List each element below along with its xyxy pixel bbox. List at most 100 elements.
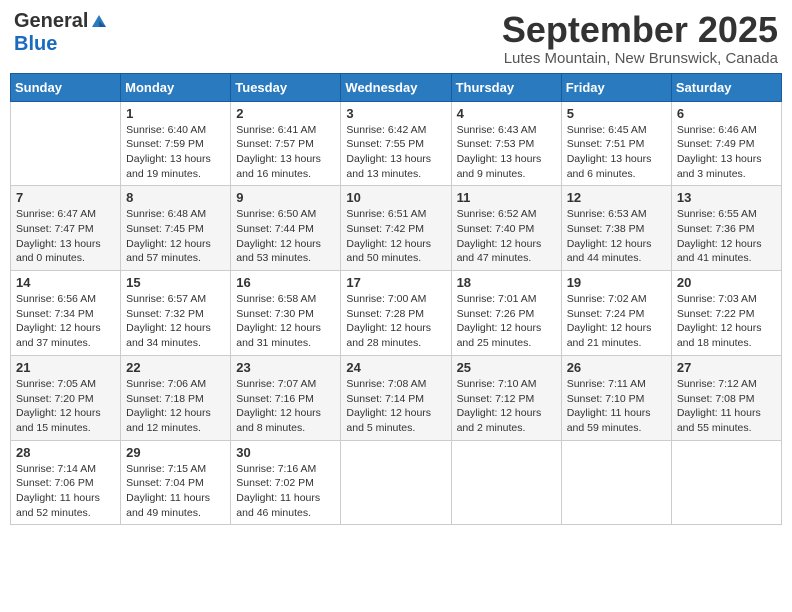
day-info: Sunrise: 6:57 AMSunset: 7:32 PMDaylight:… xyxy=(126,292,225,351)
day-number: 8 xyxy=(126,190,225,205)
day-info: Sunrise: 7:10 AMSunset: 7:12 PMDaylight:… xyxy=(457,377,556,436)
day-number: 26 xyxy=(567,360,666,375)
calendar-cell: 24 Sunrise: 7:08 AMSunset: 7:14 PMDayligh… xyxy=(341,355,451,440)
calendar-header-tuesday: Tuesday xyxy=(231,73,341,101)
calendar-cell: 25 Sunrise: 7:10 AMSunset: 7:12 PMDayligh… xyxy=(451,355,561,440)
day-number: 6 xyxy=(677,106,776,121)
day-info: Sunrise: 7:14 AMSunset: 7:06 PMDaylight:… xyxy=(16,462,115,521)
day-number: 14 xyxy=(16,275,115,290)
day-info: Sunrise: 6:47 AMSunset: 7:47 PMDaylight:… xyxy=(16,207,115,266)
calendar-week-row: 1 Sunrise: 6:40 AMSunset: 7:59 PMDaylight… xyxy=(11,101,782,186)
day-number: 30 xyxy=(236,445,335,460)
day-info: Sunrise: 6:55 AMSunset: 7:36 PMDaylight:… xyxy=(677,207,776,266)
day-info: Sunrise: 7:03 AMSunset: 7:22 PMDaylight:… xyxy=(677,292,776,351)
day-info: Sunrise: 7:16 AMSunset: 7:02 PMDaylight:… xyxy=(236,462,335,521)
calendar-cell: 26 Sunrise: 7:11 AMSunset: 7:10 PMDayligh… xyxy=(561,355,671,440)
day-number: 25 xyxy=(457,360,556,375)
day-info: Sunrise: 6:46 AMSunset: 7:49 PMDaylight:… xyxy=(677,123,776,182)
day-number: 18 xyxy=(457,275,556,290)
logo-icon xyxy=(90,13,108,31)
calendar-cell: 13 Sunrise: 6:55 AMSunset: 7:36 PMDayligh… xyxy=(671,186,781,271)
day-info: Sunrise: 6:58 AMSunset: 7:30 PMDaylight:… xyxy=(236,292,335,351)
day-info: Sunrise: 7:08 AMSunset: 7:14 PMDaylight:… xyxy=(346,377,445,436)
day-number: 21 xyxy=(16,360,115,375)
calendar-cell: 8 Sunrise: 6:48 AMSunset: 7:45 PMDaylight… xyxy=(121,186,231,271)
day-number: 13 xyxy=(677,190,776,205)
calendar-header-monday: Monday xyxy=(121,73,231,101)
day-number: 4 xyxy=(457,106,556,121)
calendar-cell: 14 Sunrise: 6:56 AMSunset: 7:34 PMDayligh… xyxy=(11,271,121,356)
day-number: 19 xyxy=(567,275,666,290)
day-info: Sunrise: 6:40 AMSunset: 7:59 PMDaylight:… xyxy=(126,123,225,182)
calendar-cell: 21Sunrise: 7:05 AMSunset: 7:20 PMDayligh… xyxy=(11,355,121,440)
calendar-cell xyxy=(451,440,561,525)
day-number: 2 xyxy=(236,106,335,121)
calendar-week-row: 28 Sunrise: 7:14 AMSunset: 7:06 PMDayligh… xyxy=(11,440,782,525)
calendar-header-saturday: Saturday xyxy=(671,73,781,101)
calendar-cell: 16 Sunrise: 6:58 AMSunset: 7:30 PMDayligh… xyxy=(231,271,341,356)
day-number: 11 xyxy=(457,190,556,205)
month-title: September 2025 xyxy=(502,10,778,50)
calendar-cell: 17 Sunrise: 7:00 AMSunset: 7:28 PMDayligh… xyxy=(341,271,451,356)
calendar-cell: 15 Sunrise: 6:57 AMSunset: 7:32 PMDayligh… xyxy=(121,271,231,356)
day-info: Sunrise: 6:48 AMSunset: 7:45 PMDaylight:… xyxy=(126,207,225,266)
day-number: 27 xyxy=(677,360,776,375)
day-info: Sunrise: 7:12 AMSunset: 7:08 PMDaylight:… xyxy=(677,377,776,436)
day-info: Sunrise: 6:53 AMSunset: 7:38 PMDaylight:… xyxy=(567,207,666,266)
calendar-cell: 19 Sunrise: 7:02 AMSunset: 7:24 PMDayligh… xyxy=(561,271,671,356)
day-info: Sunrise: 7:00 AMSunset: 7:28 PMDaylight:… xyxy=(346,292,445,351)
calendar-cell xyxy=(11,101,121,186)
calendar-week-row: 21Sunrise: 7:05 AMSunset: 7:20 PMDayligh… xyxy=(11,355,782,440)
calendar-cell xyxy=(671,440,781,525)
day-info: Sunrise: 6:41 AMSunset: 7:57 PMDaylight:… xyxy=(236,123,335,182)
calendar-cell: 2 Sunrise: 6:41 AMSunset: 7:57 PMDaylight… xyxy=(231,101,341,186)
day-number: 5 xyxy=(567,106,666,121)
calendar-cell: 22Sunrise: 7:06 AMSunset: 7:18 PMDayligh… xyxy=(121,355,231,440)
day-number: 10 xyxy=(346,190,445,205)
day-info: Sunrise: 7:11 AMSunset: 7:10 PMDaylight:… xyxy=(567,377,666,436)
day-info: Sunrise: 6:56 AMSunset: 7:34 PMDaylight:… xyxy=(16,292,115,351)
calendar-cell: 12Sunrise: 6:53 AMSunset: 7:38 PMDayligh… xyxy=(561,186,671,271)
day-number: 16 xyxy=(236,275,335,290)
day-info: Sunrise: 6:43 AMSunset: 7:53 PMDaylight:… xyxy=(457,123,556,182)
calendar-cell: 10 Sunrise: 6:51 AMSunset: 7:42 PMDayligh… xyxy=(341,186,451,271)
calendar-cell: 28 Sunrise: 7:14 AMSunset: 7:06 PMDayligh… xyxy=(11,440,121,525)
day-info: Sunrise: 6:51 AMSunset: 7:42 PMDaylight:… xyxy=(346,207,445,266)
title-block: September 2025 Lutes Mountain, New Bruns… xyxy=(502,10,778,67)
calendar-cell: 30 Sunrise: 7:16 AMSunset: 7:02 PMDayligh… xyxy=(231,440,341,525)
calendar-header-thursday: Thursday xyxy=(451,73,561,101)
calendar-cell: 20 Sunrise: 7:03 AMSunset: 7:22 PMDayligh… xyxy=(671,271,781,356)
day-number: 1 xyxy=(126,106,225,121)
logo-blue-text: Blue xyxy=(14,33,57,56)
calendar-header-sunday: Sunday xyxy=(11,73,121,101)
calendar-header-wednesday: Wednesday xyxy=(341,73,451,101)
day-number: 29 xyxy=(126,445,225,460)
calendar-cell: 27 Sunrise: 7:12 AMSunset: 7:08 PMDayligh… xyxy=(671,355,781,440)
day-number: 17 xyxy=(346,275,445,290)
calendar-cell: 3 Sunrise: 6:42 AMSunset: 7:55 PMDaylight… xyxy=(341,101,451,186)
calendar-week-row: 7Sunrise: 6:47 AMSunset: 7:47 PMDaylight… xyxy=(11,186,782,271)
day-info: Sunrise: 6:52 AMSunset: 7:40 PMDaylight:… xyxy=(457,207,556,266)
calendar-cell: 18Sunrise: 7:01 AMSunset: 7:26 PMDayligh… xyxy=(451,271,561,356)
day-number: 3 xyxy=(346,106,445,121)
day-number: 24 xyxy=(346,360,445,375)
logo-general-text: General xyxy=(14,10,88,33)
calendar-cell xyxy=(341,440,451,525)
day-number: 28 xyxy=(16,445,115,460)
calendar-cell: 7Sunrise: 6:47 AMSunset: 7:47 PMDaylight… xyxy=(11,186,121,271)
day-info: Sunrise: 7:07 AMSunset: 7:16 PMDaylight:… xyxy=(236,377,335,436)
day-number: 15 xyxy=(126,275,225,290)
calendar-cell: 29Sunrise: 7:15 AMSunset: 7:04 PMDayligh… xyxy=(121,440,231,525)
calendar-header-friday: Friday xyxy=(561,73,671,101)
subtitle: Lutes Mountain, New Brunswick, Canada xyxy=(502,50,778,67)
day-info: Sunrise: 6:42 AMSunset: 7:55 PMDaylight:… xyxy=(346,123,445,182)
calendar-cell: 4 Sunrise: 6:43 AMSunset: 7:53 PMDaylight… xyxy=(451,101,561,186)
day-number: 22 xyxy=(126,360,225,375)
calendar-cell: 1 Sunrise: 6:40 AMSunset: 7:59 PMDaylight… xyxy=(121,101,231,186)
calendar-cell: 23Sunrise: 7:07 AMSunset: 7:16 PMDayligh… xyxy=(231,355,341,440)
day-number: 20 xyxy=(677,275,776,290)
logo: General Blue xyxy=(14,10,108,56)
calendar-cell: 6 Sunrise: 6:46 AMSunset: 7:49 PMDaylight… xyxy=(671,101,781,186)
calendar-cell: 5Sunrise: 6:45 AMSunset: 7:51 PMDaylight… xyxy=(561,101,671,186)
day-info: Sunrise: 7:02 AMSunset: 7:24 PMDaylight:… xyxy=(567,292,666,351)
